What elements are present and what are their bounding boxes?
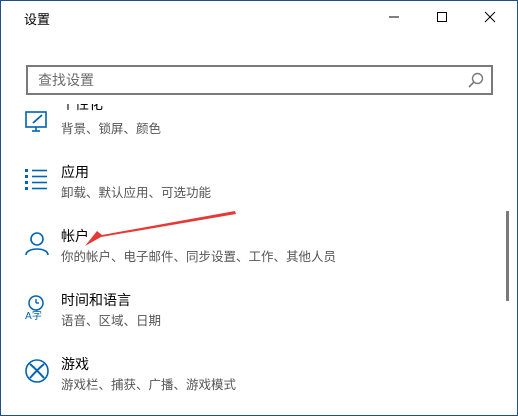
- settings-window: 设置 个性化 背景、锁屏、颜色: [0, 0, 518, 416]
- red-arrow-annotation: [85, 211, 236, 246]
